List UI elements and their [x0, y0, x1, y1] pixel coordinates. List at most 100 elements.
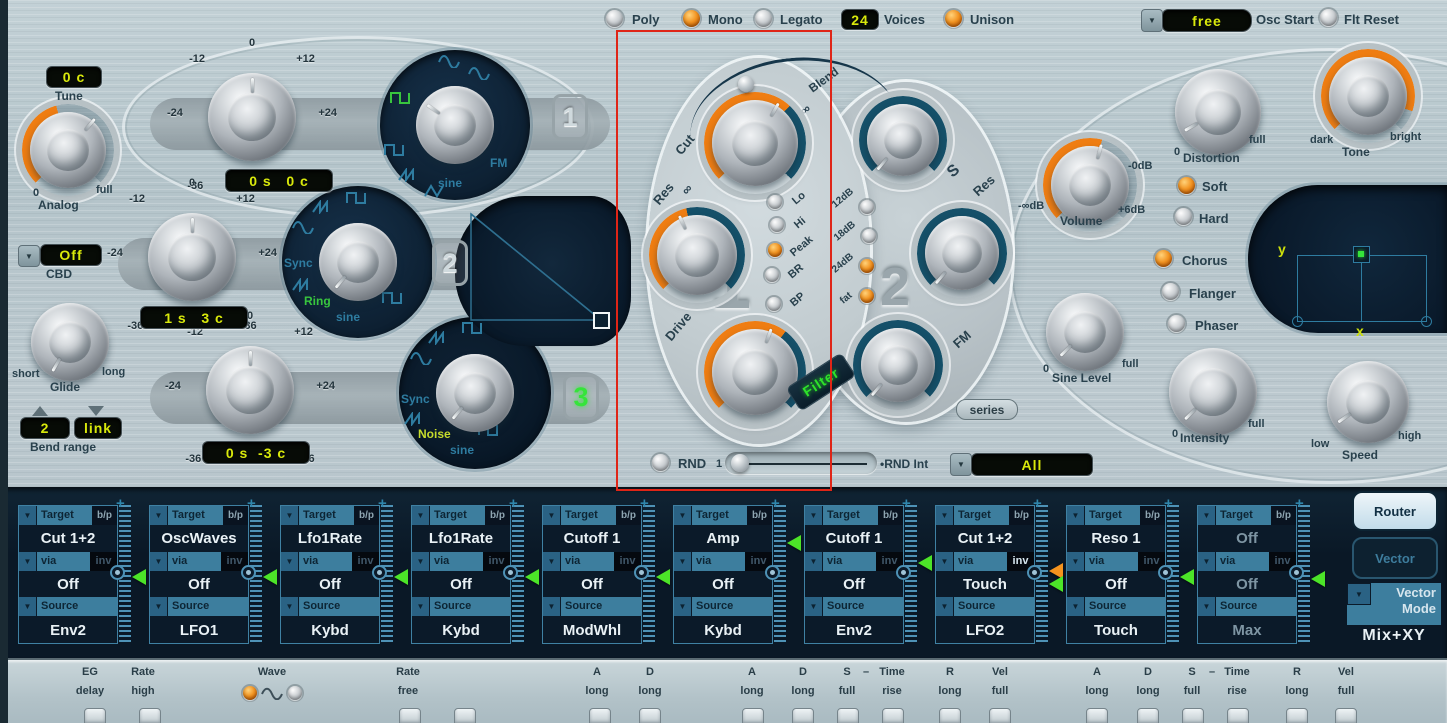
- via-header-label[interactable]: via: [1216, 552, 1269, 571]
- target-header-label[interactable]: Target: [168, 506, 223, 525]
- source-header-label[interactable]: Source: [299, 597, 379, 616]
- mod-amount-slider[interactable]: +: [1298, 505, 1310, 645]
- envelope-slider-cap[interactable]: [882, 708, 904, 723]
- analog-knob[interactable]: [22, 104, 114, 196]
- router-source-value[interactable]: ModWhl: [543, 617, 641, 643]
- router-tab-button[interactable]: Router: [1352, 491, 1438, 531]
- filter1-mode-br-radio[interactable]: [765, 268, 779, 282]
- router-target-value[interactable]: Cut 1+2: [19, 526, 117, 552]
- source-dropdown-icon[interactable]: ▼: [674, 597, 692, 616]
- glide-knob[interactable]: [31, 303, 109, 381]
- blend-slider-handle[interactable]: [738, 76, 754, 92]
- target-dropdown-icon[interactable]: ▼: [674, 506, 692, 525]
- mod-amount-arrow[interactable]: [394, 569, 408, 585]
- xy-marker[interactable]: [1353, 246, 1370, 263]
- envelope-slider-cap[interactable]: [792, 708, 814, 723]
- filter1-cutoff-knob[interactable]: [704, 92, 806, 194]
- target-dropdown-icon[interactable]: ▼: [281, 506, 299, 525]
- target-dropdown-icon[interactable]: ▼: [1067, 506, 1085, 525]
- xy-vector-pad[interactable]: y x: [1248, 185, 1447, 333]
- bypass-toggle[interactable]: b/p: [1009, 506, 1034, 525]
- filter1-drive-knob[interactable]: [704, 321, 806, 423]
- via-dropdown-icon[interactable]: ▼: [19, 552, 37, 571]
- cbd-value-display[interactable]: Off: [40, 244, 102, 266]
- vector-mode-dropdown[interactable]: ▼ VectorMode: [1347, 583, 1441, 625]
- mod-amount-slider[interactable]: +: [774, 505, 786, 645]
- vector-mode-dropdown-arrow[interactable]: ▼: [1347, 583, 1371, 605]
- vector-mode-value[interactable]: Mix+XY: [1347, 625, 1441, 646]
- filter1-mode-lo-radio[interactable]: [768, 195, 782, 209]
- router-via-value[interactable]: Off: [150, 572, 248, 598]
- via-dropdown-icon[interactable]: ▼: [281, 552, 299, 571]
- envelope-slider-cap[interactable]: [939, 708, 961, 723]
- bypass-toggle[interactable]: b/p: [1140, 506, 1165, 525]
- mod-amount-arrow[interactable]: [1180, 569, 1194, 585]
- envelope-slider-cap[interactable]: [139, 708, 161, 723]
- bypass-toggle[interactable]: b/p: [878, 506, 903, 525]
- envelope-slider-cap[interactable]: [1227, 708, 1249, 723]
- router-source-value[interactable]: LFO1: [150, 617, 248, 643]
- target-dropdown-icon[interactable]: ▼: [150, 506, 168, 525]
- tune-value-display[interactable]: 0 c: [46, 66, 102, 88]
- source-header-label[interactable]: Source: [692, 597, 772, 616]
- filter2-slope-12db-radio[interactable]: [860, 200, 874, 214]
- osc1-wave-knob[interactable]: [416, 86, 494, 164]
- router-source-value[interactable]: Touch: [1067, 617, 1165, 643]
- series-parallel-button[interactable]: series: [956, 399, 1018, 420]
- router-target-value[interactable]: Cutoff 1: [805, 526, 903, 552]
- target-header-label[interactable]: Target: [954, 506, 1009, 525]
- router-source-value[interactable]: Kybd: [281, 617, 379, 643]
- lfo-wave-radio-a[interactable]: [243, 686, 257, 700]
- via-header-label[interactable]: via: [561, 552, 614, 571]
- router-target-value[interactable]: Reso 1: [1067, 526, 1165, 552]
- cbd-dropdown-arrow[interactable]: ▼: [18, 245, 40, 267]
- via-header-label[interactable]: via: [823, 552, 876, 571]
- router-source-value[interactable]: Env2: [19, 617, 117, 643]
- target-header-label[interactable]: Target: [1216, 506, 1271, 525]
- bypass-toggle[interactable]: b/p: [354, 506, 379, 525]
- target-dropdown-icon[interactable]: ▼: [1198, 506, 1216, 525]
- router-target-value[interactable]: Lfo1Rate: [412, 526, 510, 552]
- mod-amount-slider[interactable]: +: [643, 505, 655, 645]
- router-via-value[interactable]: Off: [1067, 572, 1165, 598]
- bypass-toggle[interactable]: b/p: [223, 506, 248, 525]
- mod-amount-slider[interactable]: +: [512, 505, 524, 645]
- envelope-slider-cap[interactable]: [639, 708, 661, 723]
- filter1-mode-peak-radio[interactable]: [768, 243, 782, 257]
- router-source-value[interactable]: Kybd: [412, 617, 510, 643]
- router-via-value[interactable]: Off: [1198, 572, 1296, 598]
- target-dropdown-icon[interactable]: ▼: [543, 506, 561, 525]
- source-dropdown-icon[interactable]: ▼: [1067, 597, 1085, 616]
- router-target-value[interactable]: OscWaves: [150, 526, 248, 552]
- poly-radio[interactable]: [606, 10, 623, 27]
- source-header-label[interactable]: Source: [1216, 597, 1296, 616]
- filter1-resonance-knob[interactable]: [649, 207, 745, 303]
- router-via-value[interactable]: Off: [19, 572, 117, 598]
- router-target-value[interactable]: Lfo1Rate: [281, 526, 379, 552]
- bypass-toggle[interactable]: b/p: [92, 506, 117, 525]
- osc-mix-marker[interactable]: [593, 312, 610, 329]
- source-header-label[interactable]: Source: [430, 597, 510, 616]
- envelope-slider-cap[interactable]: [837, 708, 859, 723]
- source-header-label[interactable]: Source: [1085, 597, 1165, 616]
- envelope-slider-cap[interactable]: [589, 708, 611, 723]
- target-dropdown-icon[interactable]: ▼: [805, 506, 823, 525]
- envelope-slider-cap[interactable]: [1182, 708, 1204, 723]
- target-header-label[interactable]: Target: [299, 506, 354, 525]
- osc3-wave-knob[interactable]: [436, 354, 514, 432]
- envelope-slider-cap[interactable]: [742, 708, 764, 723]
- envelope-slider-cap[interactable]: [1086, 708, 1108, 723]
- rnd-scope-dropdown-arrow[interactable]: ▼: [950, 453, 972, 476]
- sine-level-knob[interactable]: [1046, 293, 1124, 371]
- bypass-toggle[interactable]: b/p: [616, 506, 641, 525]
- rnd-scope-value[interactable]: All: [971, 453, 1093, 476]
- bypass-toggle[interactable]: b/p: [1271, 506, 1296, 525]
- osc-start-value[interactable]: free: [1162, 9, 1252, 32]
- osc2-pitch-knob[interactable]: [148, 213, 236, 301]
- via-dropdown-icon[interactable]: ▼: [412, 552, 430, 571]
- unison-radio[interactable]: [945, 10, 962, 27]
- legato-radio[interactable]: [755, 10, 772, 27]
- source-header-label[interactable]: Source: [168, 597, 248, 616]
- effect-flanger-radio[interactable]: [1162, 283, 1179, 300]
- bypass-toggle[interactable]: b/p: [485, 506, 510, 525]
